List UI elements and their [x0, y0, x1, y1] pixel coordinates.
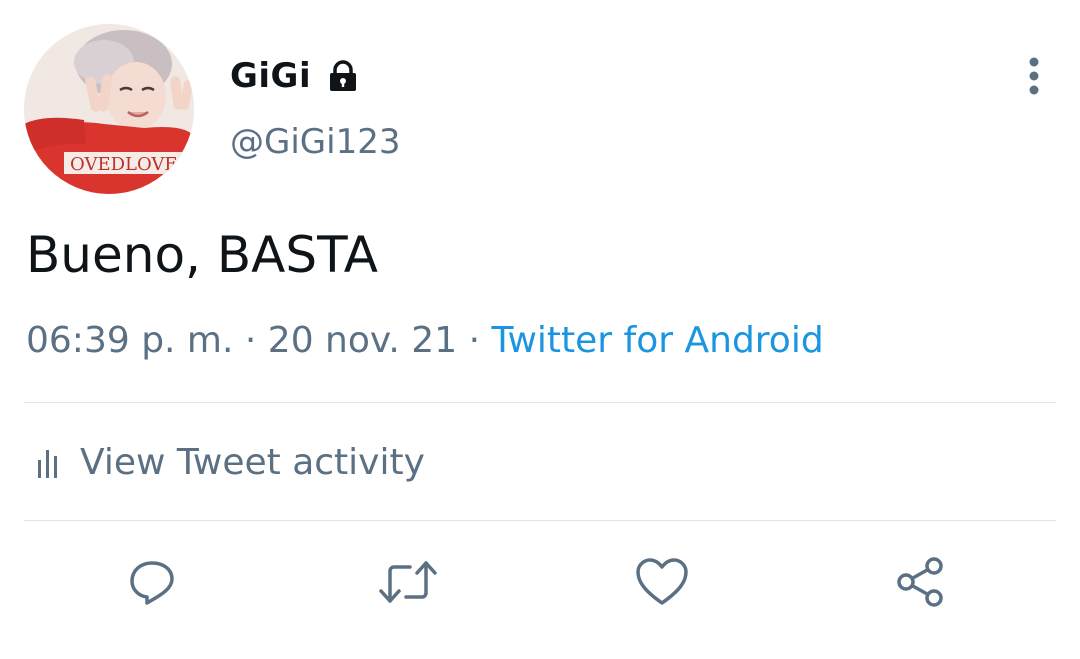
share-button[interactable] [890, 552, 950, 612]
analytics-icon [38, 450, 57, 478]
tweet-text: Bueno, BASTA [26, 226, 378, 284]
reply-button[interactable] [122, 552, 182, 612]
lock-icon [325, 58, 361, 94]
activity-label: View Tweet activity [80, 441, 425, 483]
divider [24, 520, 1056, 521]
more-vertical-icon [1029, 57, 1039, 95]
retweet-button[interactable] [378, 552, 438, 612]
avatar-photo: OVEDLOVE [24, 24, 194, 194]
avatar[interactable]: OVEDLOVE [24, 24, 194, 194]
reply-icon [130, 561, 174, 605]
meta-separator: · [244, 320, 268, 361]
tweet-source-link[interactable]: Twitter for Android [491, 320, 823, 361]
share-icon [897, 557, 943, 607]
divider [24, 402, 1056, 403]
like-button[interactable] [632, 552, 692, 612]
display-name[interactable]: GiGi [230, 56, 311, 96]
heart-icon [636, 558, 688, 605]
svg-text:OVEDLOVE: OVEDLOVE [70, 154, 178, 175]
meta-separator: · [468, 320, 492, 361]
tweet-meta: 06:39 p. m. · 20 nov. 21 · Twitter for A… [26, 320, 824, 361]
tweet-time[interactable]: 06:39 p. m. [26, 320, 233, 361]
retweet-icon [379, 561, 437, 603]
tweet-date[interactable]: 20 nov. 21 [268, 320, 457, 361]
author-name-row[interactable]: GiGi [230, 52, 361, 100]
user-handle[interactable]: @GiGi123 [230, 122, 400, 162]
more-options-button[interactable] [1010, 52, 1058, 100]
view-tweet-activity-button[interactable]: View Tweet activity [34, 434, 425, 490]
